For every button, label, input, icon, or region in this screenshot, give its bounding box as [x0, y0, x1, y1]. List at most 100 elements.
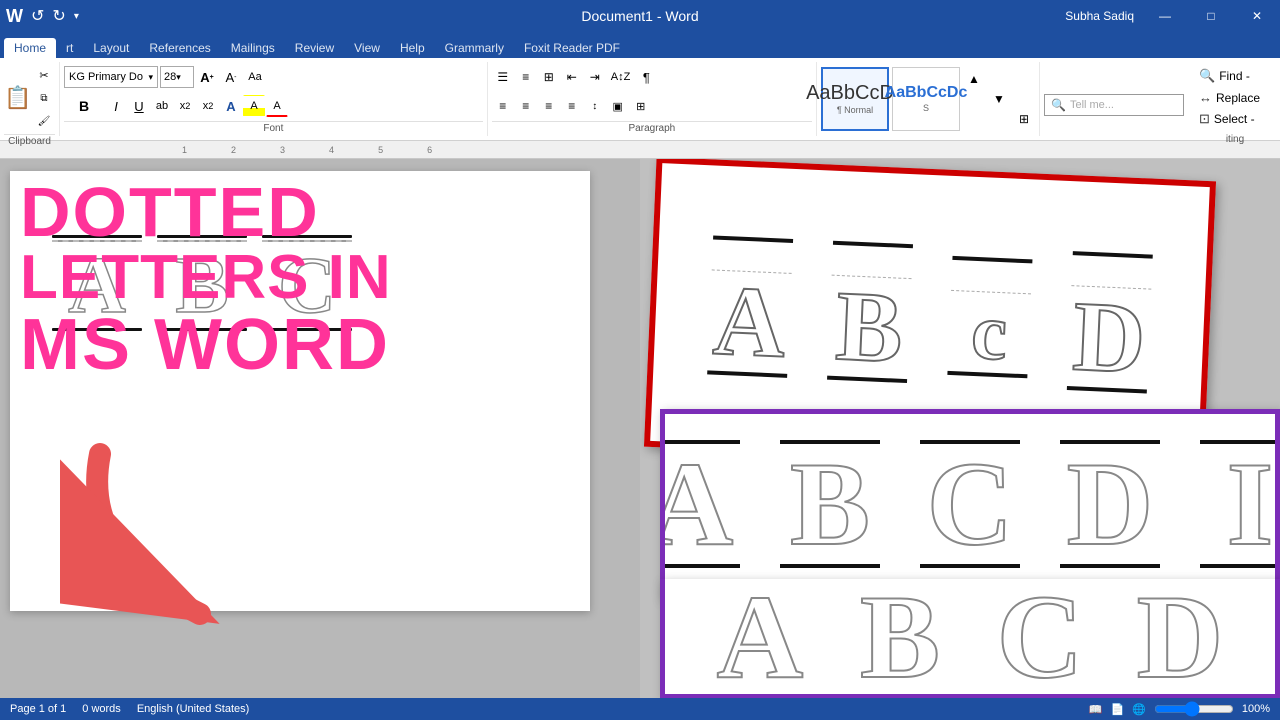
decrease-font-button[interactable]: A- [220, 66, 242, 88]
thumb3-letter-B: B [850, 579, 950, 699]
font-group: KG Primary Do ▾ 28 ▾ A+ A- Aa B I [60, 62, 488, 136]
find-button[interactable]: 🔍 Find - [1196, 66, 1274, 86]
replace-icon: ↔ [1199, 90, 1212, 105]
increase-indent-button[interactable]: ⇥ [584, 66, 606, 88]
line-spacing-button[interactable]: ↕ [584, 95, 606, 117]
references-tab[interactable]: References [139, 38, 220, 58]
strikethrough-button[interactable]: ab [151, 95, 173, 117]
design-tab[interactable]: rt [56, 38, 83, 58]
align-left-button[interactable]: ≡ [492, 95, 514, 117]
align-center-button[interactable]: ≡ [515, 95, 537, 117]
doc-letter-A: A [52, 235, 142, 331]
title-bar: W ↺ ↻ ▾ Document1 - Word Subha Sadiq — □… [0, 0, 1280, 32]
replace-button[interactable]: ↔ Replace [1196, 88, 1274, 107]
format-painter-button[interactable]: 🖌 [33, 110, 55, 132]
styles-scroll-down[interactable]: ▼ [988, 88, 1010, 110]
subscript-button[interactable]: x2 [174, 95, 196, 117]
normal-style[interactable]: AaBbCcDc ¶ Normal [821, 67, 889, 131]
font-size-input[interactable]: 28 ▾ [160, 66, 194, 88]
paragraph-group-label: Paragraph [492, 121, 812, 136]
multilevel-list-button[interactable]: ⊞ [538, 66, 560, 88]
thumb3-letter-D: D [1130, 579, 1230, 699]
web-layout-button[interactable]: 🌐 [1132, 703, 1146, 716]
cut-button[interactable]: ✂ [33, 64, 55, 86]
border-button[interactable]: ⊞ [630, 95, 652, 117]
user-name: Subha Sadiq [1057, 9, 1142, 23]
sort-button[interactable]: A↕Z [607, 66, 635, 88]
zoom-slider[interactable] [1154, 701, 1234, 717]
highlight-button[interactable]: A [243, 95, 265, 117]
thumbnail-purple-top: A B C D [660, 409, 1280, 599]
help-tab[interactable]: Help [390, 38, 435, 58]
increase-font-button[interactable]: A+ [196, 66, 218, 88]
select-button[interactable]: ⊡ Select - [1196, 109, 1274, 129]
numbering-button[interactable]: ≡ [515, 66, 537, 88]
read-mode-button[interactable]: 📖 [1089, 703, 1103, 716]
thumb1-letter-D: D [1067, 251, 1153, 393]
justify-button[interactable]: ≡ [561, 95, 583, 117]
decrease-indent-button[interactable]: ⇤ [561, 66, 583, 88]
shading-button[interactable]: ▣ [607, 95, 629, 117]
word-count: 0 words [82, 703, 121, 715]
font-color-button[interactable]: A [266, 95, 288, 117]
superscript-button[interactable]: x2 [197, 95, 219, 117]
clipboard-buttons: 📋 ✂ ⧉ 🖌 [4, 64, 55, 132]
text-effect-button[interactable]: A [220, 95, 242, 117]
mailings-tab[interactable]: Mailings [221, 38, 285, 58]
maximize-button[interactable]: □ [1188, 0, 1234, 32]
thumb3-letters: A B C D [685, 579, 1255, 699]
arrow-graphic [60, 434, 300, 639]
paste-button[interactable]: 📋 [4, 78, 32, 118]
clear-format-button[interactable]: Aa [244, 66, 266, 88]
styles-more[interactable]: ⊞ [1013, 108, 1035, 130]
bullets-button[interactable]: ☰ [492, 66, 514, 88]
editing-group-label: iting [1196, 133, 1274, 147]
right-panel: A B c [640, 159, 1280, 699]
foxit-tab[interactable]: Foxit Reader PDF [514, 38, 630, 58]
paragraph-group: ☰ ≡ ⊞ ⇤ ⇥ A↕Z ¶ ≡ ≡ ≡ ≡ ↕ ▣ [488, 62, 817, 136]
copy-button[interactable]: ⧉ [33, 87, 55, 109]
minimize-button[interactable]: — [1142, 0, 1188, 32]
thumb2-letters: A B C D [660, 440, 1280, 568]
font-name-input[interactable]: KG Primary Do ▾ [64, 66, 158, 88]
window-title: Document1 - Word [581, 8, 698, 24]
redo-button[interactable]: ↻ [52, 6, 65, 26]
tell-me-group: 🔍 Tell me... [1040, 62, 1190, 136]
zoom-level: 100% [1242, 703, 1270, 715]
select-icon: ⊡ [1199, 111, 1210, 127]
layout-tab[interactable]: Layout [83, 38, 139, 58]
view-tab[interactable]: View [344, 38, 390, 58]
ribbon-commands: 📋 ✂ ⧉ 🖌 Clipboard KG Primary Do ▾ [0, 58, 1280, 140]
styles-scroll-up[interactable]: ▲ [963, 68, 985, 90]
align-right-button[interactable]: ≡ [538, 95, 560, 117]
thumb1-letters: A B c [682, 234, 1178, 394]
ribbon-tab-row: Home rt Layout References Mailings Revie… [0, 32, 1280, 58]
ribbon: Home rt Layout References Mailings Revie… [0, 32, 1280, 141]
undo-button[interactable]: ↺ [31, 6, 44, 26]
show-formatting-button[interactable]: ¶ [635, 66, 657, 88]
tell-me-input[interactable]: 🔍 Tell me... [1044, 94, 1184, 116]
normal-style-label: ¶ Normal [837, 105, 873, 115]
font-controls: KG Primary Do ▾ 28 ▾ A+ A- Aa B I [64, 64, 483, 119]
review-tab[interactable]: Review [285, 38, 344, 58]
title-bar-left: W ↺ ↻ ▾ [6, 6, 79, 27]
heading1-preview: AaBbCcDc [885, 85, 968, 101]
content-area: A B C [0, 159, 1280, 699]
doc-letter-C: C [262, 235, 352, 331]
thumb2-letter-I: I [1200, 440, 1280, 568]
heading1-style[interactable]: AaBbCcDc S [892, 67, 960, 131]
page-info: Page 1 of 1 [10, 703, 66, 715]
print-layout-button[interactable]: 📄 [1110, 703, 1124, 716]
thumb3-letter-C: C [990, 579, 1090, 699]
grammarly-tab[interactable]: Grammarly [435, 38, 514, 58]
bold-button[interactable]: B [64, 95, 104, 117]
language: English (United States) [137, 703, 250, 715]
title-bar-right: Subha Sadiq — □ ✕ [1057, 0, 1280, 32]
home-tab[interactable]: Home [4, 38, 56, 58]
quick-access-more[interactable]: ▾ [74, 11, 79, 22]
italic-button[interactable]: I [105, 95, 127, 117]
close-button[interactable]: ✕ [1234, 0, 1280, 32]
underline-button[interactable]: U [128, 95, 150, 117]
editing-group: 🔍 Find - ↔ Replace ⊡ Select - iting [1190, 62, 1280, 136]
thumb1-letter-c: c [947, 255, 1032, 377]
